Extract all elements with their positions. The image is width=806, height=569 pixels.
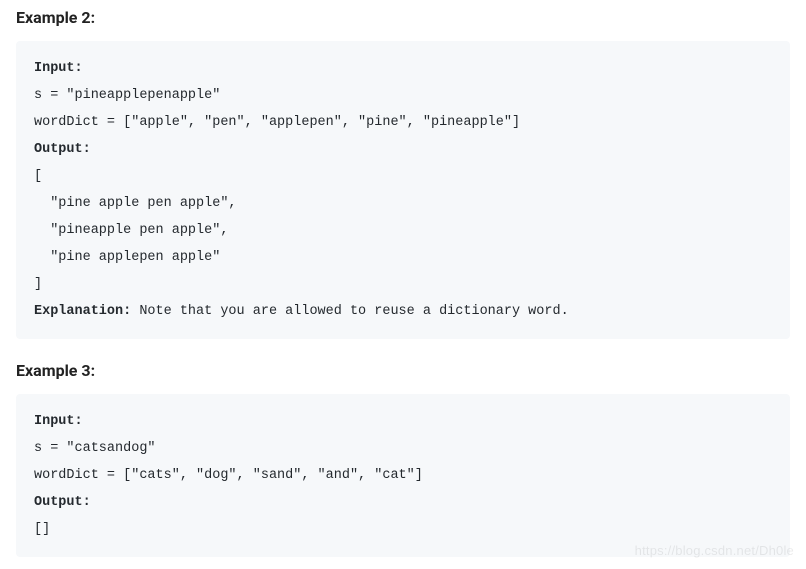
explanation-label: Explanation: [34, 304, 131, 319]
code-line-s: s = "pineapplepenapple" [34, 88, 220, 103]
code-line-worddict: wordDict = ["apple", "pen", "applepen", … [34, 115, 520, 130]
code-line-worddict: wordDict = ["cats", "dog", "sand", "and"… [34, 468, 423, 483]
output-line-2: "pineapple pen apple", [34, 223, 228, 238]
output-label: Output: [34, 142, 91, 157]
output-line-1: "pine apple pen apple", [34, 196, 237, 211]
document-container: Example 2: Input: s = "pineapplepenapple… [0, 0, 806, 569]
input-label: Input: [34, 61, 83, 76]
example-2-codeblock: Input: s = "pineapplepenapple" wordDict … [16, 41, 790, 339]
input-label: Input: [34, 414, 83, 429]
example-3-heading: Example 3: [16, 361, 790, 380]
example-2-heading: Example 2: [16, 8, 790, 27]
output-line: [] [34, 522, 50, 537]
code-line-s: s = "catsandog" [34, 441, 156, 456]
output-label: Output: [34, 495, 91, 510]
example-3-codeblock: Input: s = "catsandog" wordDict = ["cats… [16, 394, 790, 557]
output-close-bracket: ] [34, 277, 42, 292]
output-line-3: "pine applepen apple" [34, 250, 220, 265]
explanation-text: Note that you are allowed to reuse a dic… [131, 304, 568, 319]
output-open-bracket: [ [34, 169, 42, 184]
